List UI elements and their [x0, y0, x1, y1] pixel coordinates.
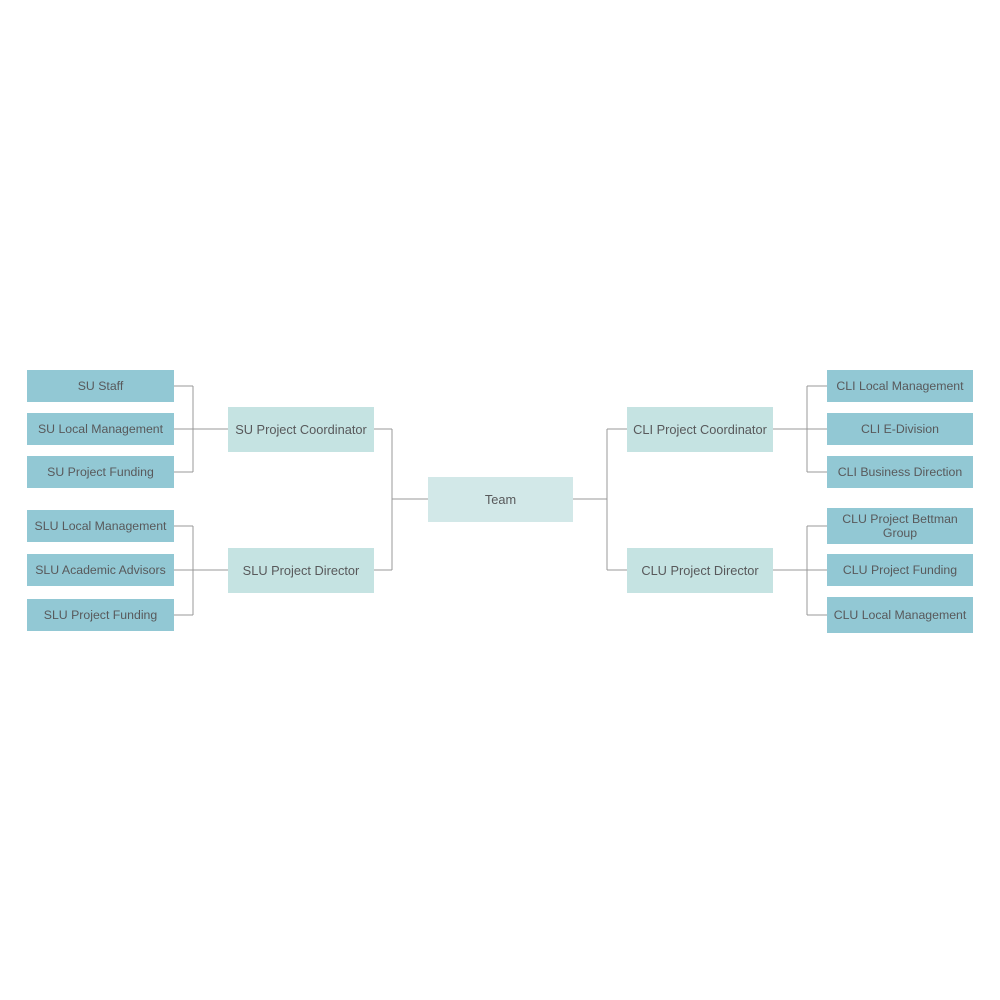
node-clu-project-director-label: CLU Project Director — [641, 562, 759, 578]
node-cli-local-management-label: CLI Local Management — [836, 378, 964, 393]
node-cli-business-direction[interactable]: CLI Business Direction — [827, 456, 973, 488]
node-su-project-coordinator-label: SU Project Coordinator — [235, 421, 367, 437]
node-slu-project-director-label: SLU Project Director — [242, 562, 360, 578]
node-slu-academic-advisors[interactable]: SLU Academic Advisors — [27, 554, 174, 586]
node-slu-local-management-label: SLU Local Management — [34, 518, 167, 533]
node-slu-academic-advisors-label: SLU Academic Advisors — [35, 562, 166, 577]
node-cli-project-coordinator[interactable]: CLI Project Coordinator — [627, 407, 773, 452]
node-clu-project-bettman-group[interactable]: CLU Project Bettman Group — [827, 508, 973, 544]
node-slu-project-funding-label: SLU Project Funding — [43, 607, 158, 622]
org-chart-canvas: Team SU Project Coordinator SU Staff SU … — [0, 0, 1000, 1000]
node-clu-local-management-label: CLU Local Management — [833, 607, 967, 622]
node-clu-project-funding[interactable]: CLU Project Funding — [827, 554, 973, 586]
node-su-project-coordinator[interactable]: SU Project Coordinator — [228, 407, 374, 452]
node-cli-e-division-label: CLI E-Division — [861, 421, 939, 436]
node-team-label: Team — [484, 491, 517, 507]
node-cli-local-management[interactable]: CLI Local Management — [827, 370, 973, 402]
node-cli-business-direction-label: CLI Business Direction — [837, 464, 963, 479]
node-slu-project-funding[interactable]: SLU Project Funding — [27, 599, 174, 631]
node-su-local-management-label: SU Local Management — [37, 421, 164, 436]
node-su-project-funding-label: SU Project Funding — [47, 464, 154, 479]
node-clu-project-bettman-group-label: CLU Project Bettman Group — [842, 511, 958, 541]
node-su-local-management[interactable]: SU Local Management — [27, 413, 174, 445]
node-team[interactable]: Team — [428, 477, 573, 522]
node-cli-project-coordinator-label: CLI Project Coordinator — [633, 421, 767, 437]
node-clu-project-director[interactable]: CLU Project Director — [627, 548, 773, 593]
node-clu-project-funding-label: CLU Project Funding — [842, 562, 958, 577]
node-su-staff[interactable]: SU Staff — [27, 370, 174, 402]
node-slu-local-management[interactable]: SLU Local Management — [27, 510, 174, 542]
node-clu-local-management[interactable]: CLU Local Management — [827, 597, 973, 633]
node-slu-project-director[interactable]: SLU Project Director — [228, 548, 374, 593]
node-cli-e-division[interactable]: CLI E-Division — [827, 413, 973, 445]
node-su-project-funding[interactable]: SU Project Funding — [27, 456, 174, 488]
node-su-staff-label: SU Staff — [77, 378, 124, 393]
